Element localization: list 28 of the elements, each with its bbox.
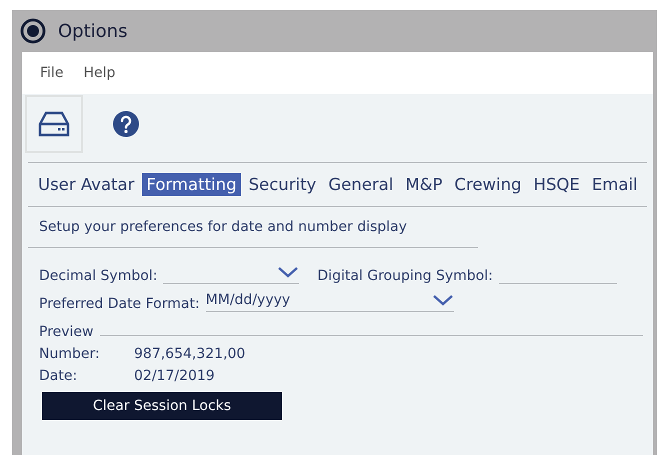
menu-item[interactable]: Help	[83, 65, 116, 81]
tab[interactable]: Security	[244, 173, 320, 196]
preview-label: Number:	[39, 346, 101, 362]
tab[interactable]: Formatting	[142, 173, 241, 196]
menu-item[interactable]: File	[40, 65, 64, 81]
tab[interactable]: User Avatar	[34, 173, 138, 196]
preview-value: 02/17/2019	[134, 368, 215, 384]
preview-label: Preview	[39, 324, 94, 340]
date-format-dropdown[interactable]: MM/dd/yyyy	[206, 289, 454, 312]
chevron-down-icon	[432, 294, 454, 306]
field-label: Decimal Symbol:	[39, 268, 158, 284]
help-icon	[112, 110, 140, 138]
tab[interactable]: Crewing	[450, 173, 526, 196]
clear-session-locks-button[interactable]: Clear Session Locks	[42, 392, 282, 420]
toolbar-button[interactable]	[25, 95, 83, 153]
tab[interactable]: General	[324, 173, 398, 196]
tab[interactable]: HSQE	[530, 173, 584, 196]
chevron-down-icon	[277, 266, 300, 278]
preview-value: 987,654,321,00	[134, 346, 246, 362]
preview-label: Date:	[39, 368, 78, 384]
radio-icon	[20, 18, 46, 44]
field-label: Preferred Date Format:	[39, 296, 200, 312]
window-title: Options	[58, 20, 128, 42]
tab[interactable]: Email	[588, 173, 642, 196]
description-text: Setup your preferences for date and number display	[38, 218, 408, 237]
field-label: Digital Grouping Symbol:	[317, 268, 493, 284]
tab[interactable]: M&P	[401, 173, 446, 196]
drive-icon	[38, 110, 70, 138]
